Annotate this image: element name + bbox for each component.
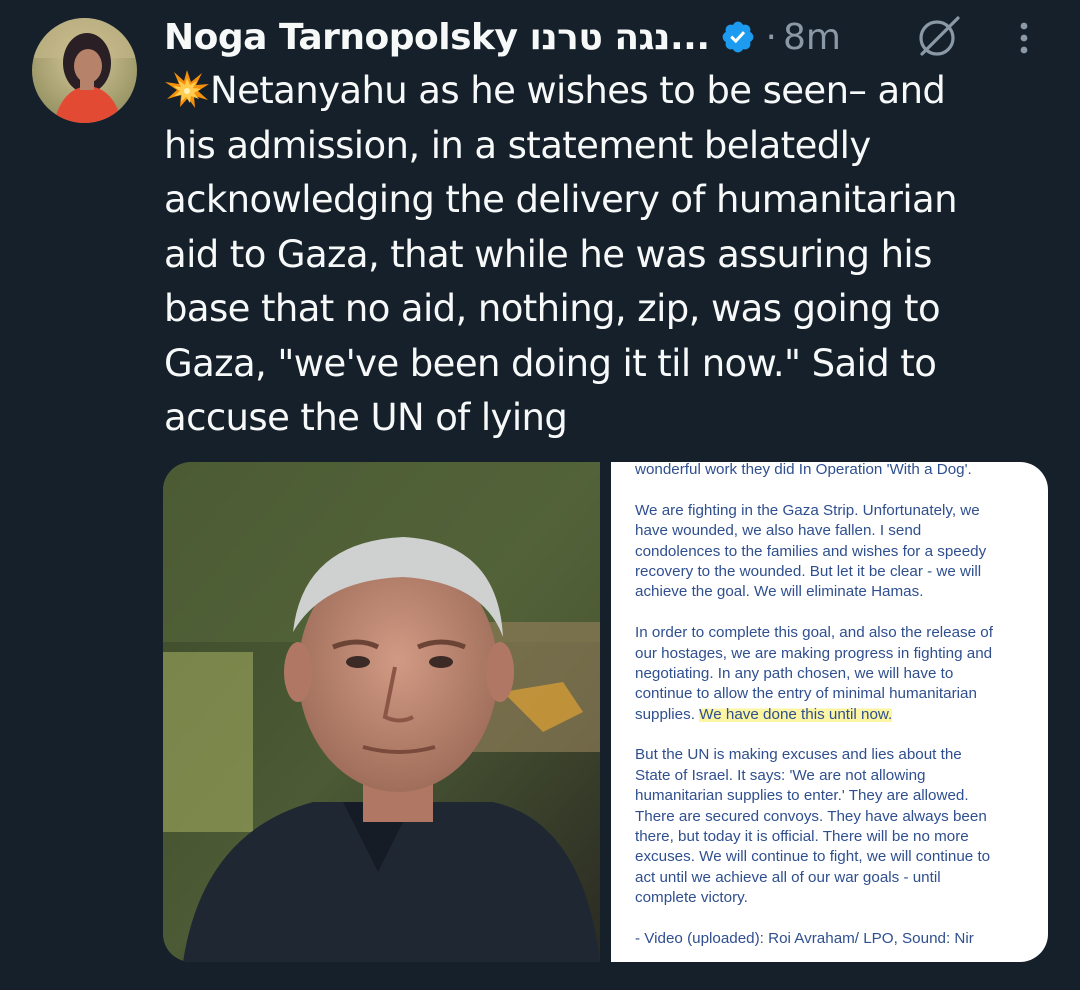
doc-line: - Video (uploaded): Roi Avraham/ LPO, So… — [635, 929, 974, 947]
timestamp[interactable]: 8m — [783, 17, 841, 58]
tweet-header: Noga Tarnopolsky נגה טרנו... · 8m — [164, 12, 841, 62]
grok-icon[interactable] — [914, 14, 964, 60]
highlighted-text: We have done this until now. — [699, 705, 893, 723]
doc-line: achieve the goal. We will eliminate Hama… — [635, 583, 924, 601]
document-text: wonderful work they did In Operation 'Wi… — [635, 462, 1035, 949]
doc-line: We are fighting in the Gaza Strip. Unfor… — [635, 501, 980, 519]
avatar[interactable] — [32, 18, 137, 123]
doc-line: continue to allow the entry of minimal h… — [635, 685, 977, 703]
verified-badge-icon[interactable] — [720, 19, 756, 55]
doc-line-highlighted: supplies. We have done this until now. — [635, 705, 893, 723]
doc-line: But the UN is making excuses and lies ab… — [635, 746, 962, 764]
doc-line: condolences to the families and wishes f… — [635, 542, 987, 560]
doc-line: recovery to the wounded. But let it be c… — [635, 562, 982, 580]
tweet-text: Netanyahu as he wishes to be seen– and h… — [164, 64, 1044, 446]
doc-line: wonderful work they did In Operation 'Wi… — [635, 462, 972, 478]
doc-line: have wounded, we also have fallen. I sen… — [635, 522, 922, 540]
doc-line: There are secured convoys. They have alw… — [635, 807, 987, 825]
separator-dot: · — [765, 16, 777, 58]
author-name[interactable]: Noga Tarnopolsky נגה טרנו... — [164, 17, 710, 58]
portrait-photo[interactable] — [163, 462, 600, 962]
tweet-line: base that no aid, nothing, zip, was goin… — [164, 287, 941, 330]
doc-line: humanitarian supplies to enter.' They ar… — [635, 787, 969, 805]
statement-document[interactable]: wonderful work they did In Operation 'Wi… — [611, 462, 1048, 962]
tweet-line: Netanyahu as he wishes to be seen– and — [164, 64, 1044, 119]
tweet-line: acknowledging the delivery of humanitari… — [164, 178, 958, 221]
doc-line: excuses. We will continue to fight, we w… — [635, 848, 991, 866]
doc-line: In order to complete this goal, and also… — [635, 624, 993, 642]
tweet-line: accuse the UN of lying — [164, 396, 568, 439]
doc-line: our hostages, we are making progress in … — [635, 644, 993, 662]
doc-line: complete victory. — [635, 889, 748, 907]
collision-emoji-icon — [164, 69, 210, 109]
more-options-icon[interactable] — [1012, 18, 1036, 58]
doc-line: negotiating. In any path chosen, we will… — [635, 664, 954, 682]
tweet-line: aid to Gaza, that while he was assuring … — [164, 232, 932, 276]
tweet-line: his admission, in a statement belatedly — [164, 123, 871, 167]
media-grid: wonderful work they did In Operation 'Wi… — [163, 462, 1048, 962]
tweet-line: Gaza, "we've been doing it til now." Sai… — [164, 341, 937, 385]
doc-line: State of Israel. It says: 'We are not al… — [635, 766, 926, 784]
doc-line: act until we achieve all of our war goal… — [635, 868, 941, 886]
doc-line: there, but today it is official. There w… — [635, 828, 969, 846]
